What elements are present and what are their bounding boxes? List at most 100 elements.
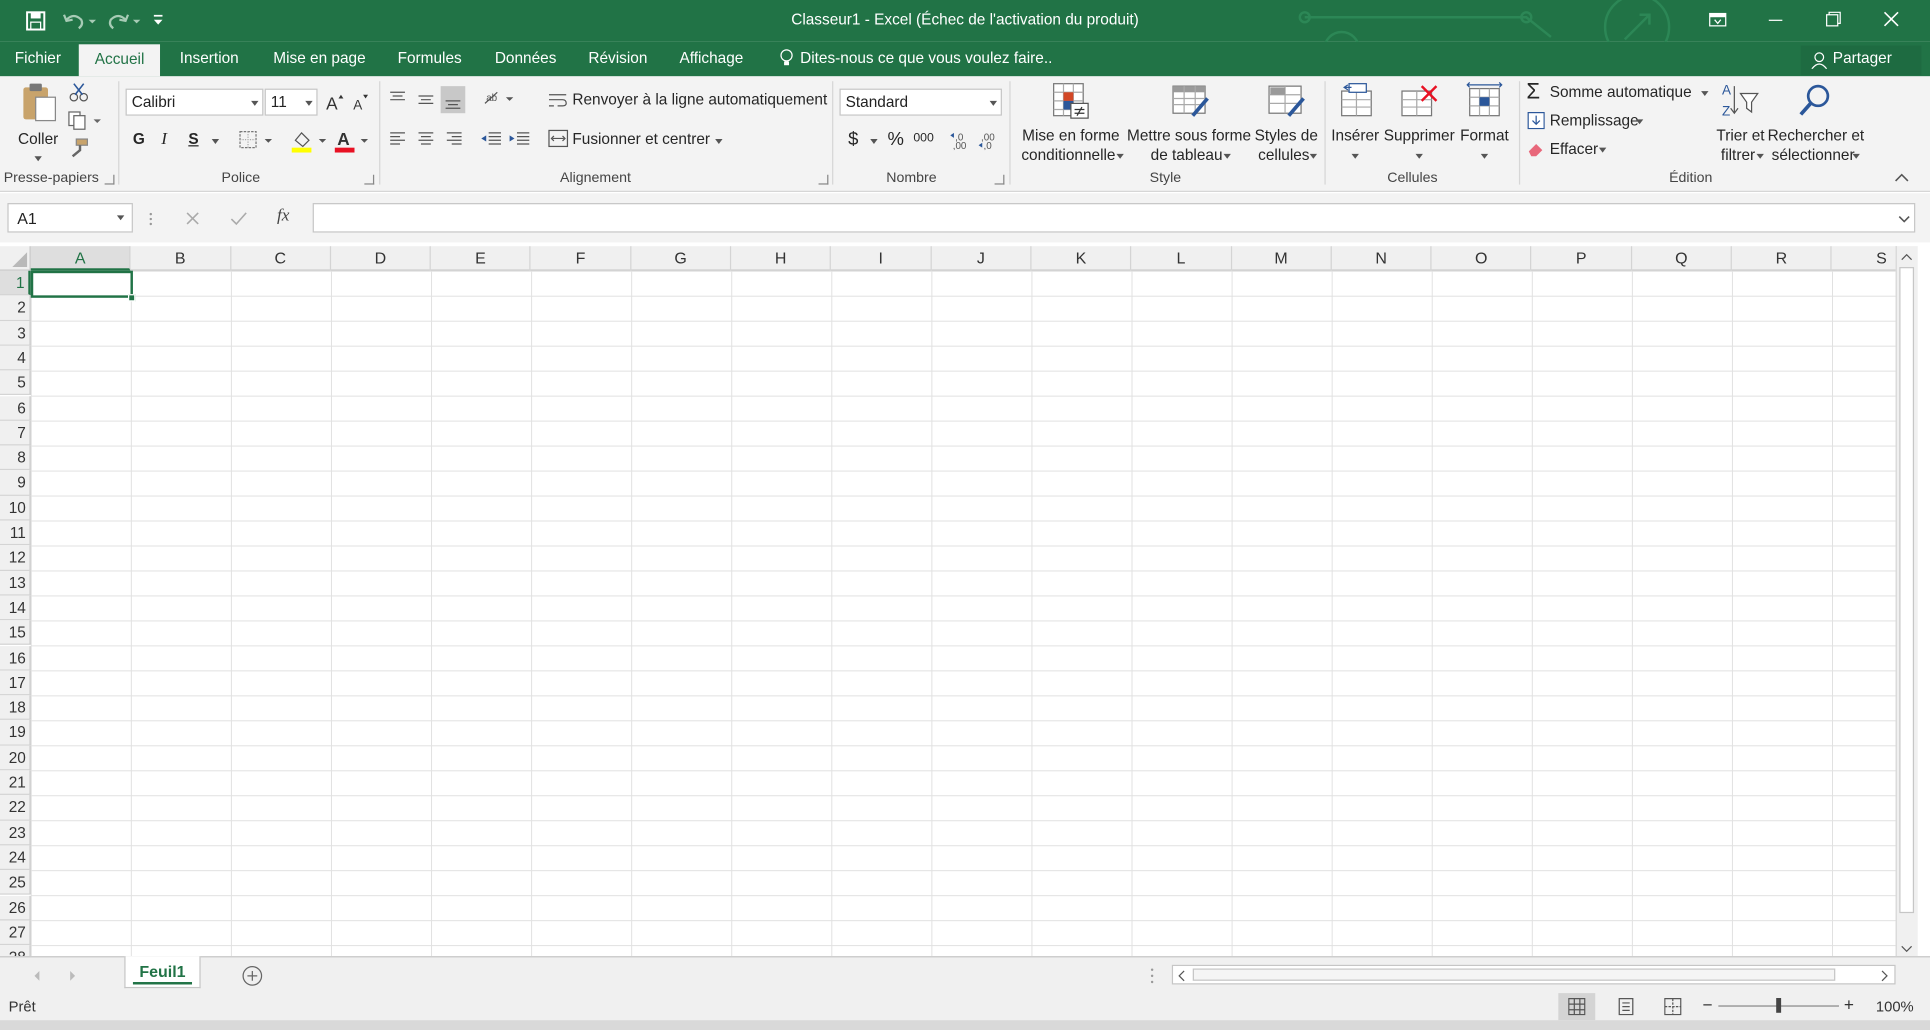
thousands-button[interactable]: 000 [913,132,934,146]
zoom-slider-thumb[interactable] [1776,998,1782,1013]
cell-area[interactable] [30,270,1896,957]
increase-indent-icon[interactable] [508,128,530,148]
currency-button[interactable]: $ [848,129,858,150]
collapse-ribbon-icon[interactable] [1894,172,1909,184]
column-header[interactable]: A [30,246,131,271]
row-header[interactable]: 16 [0,645,31,671]
row-header[interactable]: 6 [0,395,31,421]
borders-icon[interactable] [239,130,276,150]
minimize-button[interactable] [1747,0,1804,39]
formula-bar-grip[interactable] [149,212,153,227]
column-header[interactable]: B [131,246,231,271]
row-header[interactable]: 10 [0,495,31,521]
row-header[interactable]: 7 [0,420,31,446]
row-header[interactable]: 5 [0,370,31,396]
zoom-out-button[interactable]: − [1702,994,1712,1014]
tell-me-search[interactable]: Dites-nous ce que vous voulez faire.. [800,49,1052,66]
selected-cell[interactable] [30,270,133,298]
page-break-view-icon[interactable] [1664,998,1682,1016]
select-all-button[interactable] [0,246,31,271]
row-header[interactable]: 28 [0,945,31,957]
row-header[interactable]: 12 [0,545,31,571]
cancel-entry-icon[interactable] [183,209,203,229]
column-header[interactable]: C [231,246,331,271]
font-size-dropdown[interactable]: 11 [264,88,318,116]
row-header[interactable]: 4 [0,345,31,371]
column-header[interactable]: G [631,246,732,271]
font-color-icon[interactable]: A [334,128,376,153]
row-header[interactable]: 27 [0,920,31,946]
worksheet-grid[interactable]: ABCDEFGHIJKLMNOPQRS 1 2 3 4 5 6 7 8 9 10 11 12 13 14 1… [0,246,1896,957]
column-header[interactable]: J [931,246,1032,271]
tab-page-layout[interactable]: Mise en page [273,49,365,66]
row-header[interactable]: 26 [0,895,31,921]
align-left-icon[interactable] [388,128,408,148]
column-header[interactable]: M [1232,246,1332,271]
align-right-icon[interactable] [444,128,464,148]
row-header[interactable]: 20 [0,745,31,771]
column-header[interactable]: R [1732,246,1833,271]
horizontal-scroll-thumb[interactable] [1192,968,1836,981]
tab-insert[interactable]: Insertion [180,49,239,66]
orientation-icon[interactable]: ab [483,89,517,109]
column-header[interactable]: L [1132,246,1232,271]
vertical-scrollbar[interactable] [1895,246,1918,957]
row-header[interactable]: 9 [0,470,31,496]
number-format-dropdown[interactable]: Standard [839,88,1002,116]
bold-button[interactable]: G [133,130,145,147]
row-header[interactable]: 24 [0,845,31,871]
sheet-tab-feuil1[interactable]: Feuil1 [124,956,201,989]
column-header[interactable]: K [1031,246,1132,271]
clipboard-dialog-launcher[interactable] [104,174,115,185]
align-middle-icon[interactable] [416,89,436,109]
number-dialog-launcher[interactable] [994,174,1005,185]
restore-button[interactable] [1804,0,1861,39]
scroll-down-icon[interactable] [1901,944,1913,954]
delete-cells-button[interactable]: Supprimer [1384,81,1455,167]
column-header[interactable]: S [1832,246,1896,271]
sort-filter-button[interactable]: AZ Trier et filtrer [1715,81,1767,167]
row-header[interactable]: 14 [0,595,31,621]
confirm-entry-icon[interactable] [229,209,249,229]
fill-color-icon[interactable] [290,128,332,153]
name-box[interactable]: A1 [7,203,133,233]
cut-icon[interactable] [69,82,89,102]
align-center-icon[interactable] [416,128,436,148]
decrease-decimal-icon[interactable]: ,00,0 [978,130,1004,150]
tab-view[interactable]: Affichage [679,49,743,66]
row-header[interactable]: 1 [0,270,31,296]
column-header[interactable]: N [1332,246,1432,271]
alignment-dialog-launcher[interactable] [818,174,829,185]
column-header[interactable]: Q [1632,246,1732,271]
scroll-up-icon[interactable] [1901,252,1913,262]
copy-icon[interactable] [66,111,103,131]
scroll-right-icon[interactable] [1880,970,1890,982]
row-header[interactable]: 3 [0,320,31,346]
autosum-button[interactable]: Σ Somme automatique [1526,79,1711,106]
underline-button[interactable]: S [188,130,198,147]
vertical-scroll-thumb[interactable] [1899,267,1915,914]
tab-formulas[interactable]: Formules [398,49,462,66]
conditional-formatting-button[interactable]: Mise en forme conditionnelle [1017,81,1125,167]
row-header[interactable]: 18 [0,695,31,721]
column-header[interactable]: P [1532,246,1632,271]
row-header[interactable]: 23 [0,820,31,846]
add-sheet-icon[interactable] [241,965,263,987]
zoom-level[interactable]: 100% [1876,998,1914,1015]
ribbon-display-options-button[interactable] [1689,0,1746,39]
font-name-dropdown[interactable]: Calibri [125,88,264,116]
format-painter-icon[interactable] [69,138,89,158]
column-header[interactable]: H [731,246,832,271]
column-header[interactable]: O [1432,246,1532,271]
decrease-font-icon[interactable]: A [351,92,371,112]
row-header[interactable]: 22 [0,795,31,821]
row-header[interactable]: 25 [0,870,31,896]
increase-font-icon[interactable]: A [325,92,345,112]
row-header[interactable]: 17 [0,670,31,696]
fill-button[interactable]: Remplissage [1526,110,1649,135]
column-header[interactable]: I [831,246,932,271]
normal-view-button[interactable] [1558,993,1596,1021]
row-header[interactable]: 8 [0,445,31,471]
formula-input[interactable] [312,203,1916,233]
cell-styles-button[interactable]: Styles de cellules [1253,81,1319,167]
